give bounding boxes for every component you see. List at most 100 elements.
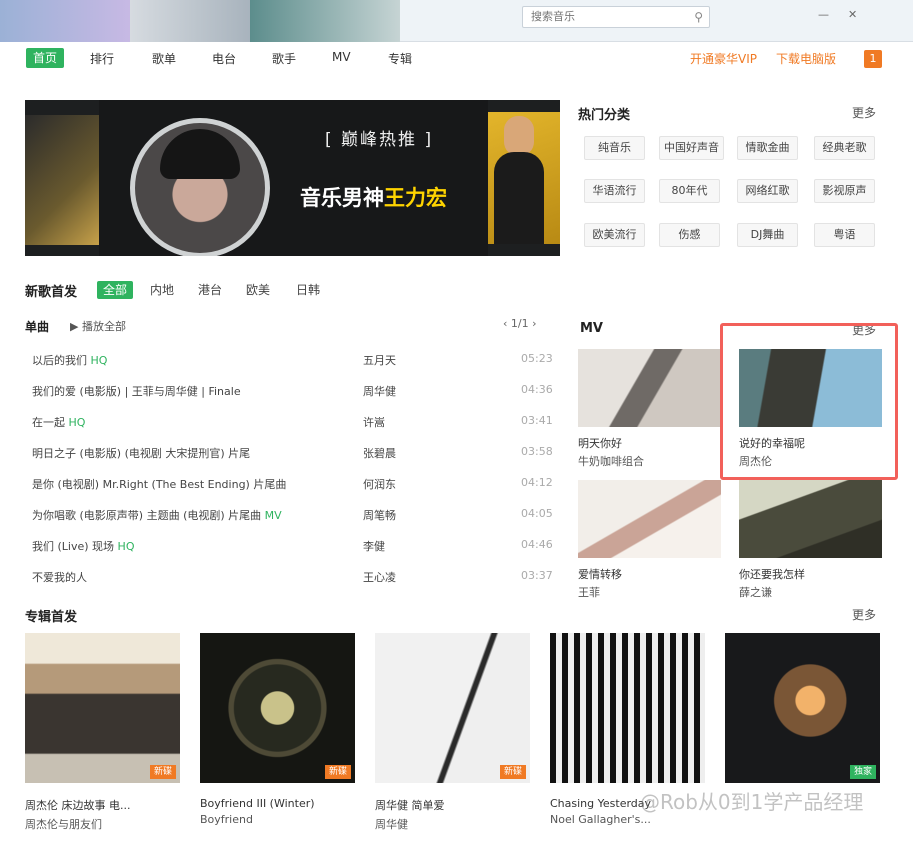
- mv-artist[interactable]: 牛奶咖啡组合: [578, 453, 721, 469]
- download-link[interactable]: 下载电脑版: [776, 50, 836, 67]
- album-tag: 独家: [850, 765, 876, 779]
- hq-badge: HQ: [90, 354, 108, 367]
- category-tag[interactable]: 伤感: [659, 223, 720, 247]
- search-input[interactable]: [523, 7, 683, 27]
- category-tag[interactable]: 欧美流行: [584, 223, 645, 247]
- song-row[interactable]: 明日之子 (电影版) (电视剧 大宋提刑官) 片尾 张碧晨 03:58: [32, 445, 553, 465]
- album-tag: 新碟: [150, 765, 176, 779]
- category-tag[interactable]: 华语流行: [584, 179, 645, 203]
- nav-item-playlist[interactable]: 歌单: [152, 50, 176, 67]
- song-row[interactable]: 为你唱歌 (电影原声带) 主题曲 (电视剧) 片尾曲 MV 周笔畅 04:05: [32, 507, 553, 527]
- album-title[interactable]: 周华健 简单爱: [375, 797, 530, 813]
- song-name: 以后的我们: [32, 354, 87, 367]
- hot-categories-more[interactable]: 更多: [852, 104, 876, 121]
- category-tag[interactable]: 粤语: [814, 223, 875, 247]
- album-card[interactable]: 新碟 Boyfriend III (Winter) Boyfriend: [200, 633, 355, 826]
- mv-artist[interactable]: 王菲: [578, 584, 721, 600]
- nav-item-singer[interactable]: 歌手: [272, 50, 296, 67]
- category-tag[interactable]: 影视原声: [814, 179, 875, 203]
- hot-categories-title: 热门分类: [578, 108, 631, 123]
- song-row[interactable]: 在一起 HQ 许嵩 03:41: [32, 414, 553, 434]
- nav-item-rank[interactable]: 排行: [90, 50, 114, 67]
- banner-side-image[interactable]: [25, 115, 100, 245]
- song-name: 我们 (Live) 现场: [32, 540, 115, 553]
- song-row[interactable]: 以后的我们 HQ 五月天 05:23: [32, 352, 553, 372]
- selection-highlight: [720, 323, 898, 480]
- song-pager[interactable]: ‹ 1/1 ›: [503, 317, 537, 330]
- banner-kicker: [ 巅峰热推 ]: [325, 130, 434, 150]
- album-title[interactable]: 周杰伦 床边故事 电...: [25, 797, 180, 813]
- play-all-button[interactable]: ▶ 播放全部: [70, 318, 126, 334]
- new-songs-title: 新歌首发: [25, 285, 78, 300]
- album-card[interactable]: 独家: [725, 633, 880, 797]
- album-tag: 新碟: [325, 765, 351, 779]
- header-decoration: [250, 0, 400, 42]
- song-artist[interactable]: 何润东: [363, 476, 396, 492]
- mv-artist[interactable]: 薛之谦: [739, 584, 882, 600]
- mv-title[interactable]: 明天你好: [578, 435, 721, 451]
- mv-card[interactable]: 明天你好 牛奶咖啡组合: [578, 349, 721, 469]
- song-row[interactable]: 我们 (Live) 现场 HQ 李健 04:46: [32, 538, 553, 558]
- mv-card[interactable]: 爱情转移 王菲: [578, 480, 721, 600]
- album-cover[interactable]: 独家: [725, 633, 880, 783]
- mv-thumbnail[interactable]: [578, 349, 721, 427]
- category-tag[interactable]: DJ舞曲: [737, 223, 798, 247]
- album-cover[interactable]: 新碟: [200, 633, 355, 783]
- albums-more[interactable]: 更多: [852, 606, 876, 623]
- song-artist[interactable]: 张碧晨: [363, 445, 396, 461]
- nav-item-mv[interactable]: MV: [332, 50, 351, 64]
- category-tag[interactable]: 网络红歌: [737, 179, 798, 203]
- album-cover[interactable]: 新碟: [25, 633, 180, 783]
- song-artist[interactable]: 周笔畅: [363, 507, 396, 523]
- song-artist[interactable]: 许嵩: [363, 414, 385, 430]
- song-row[interactable]: 不爱我的人 王心凌 03:37: [32, 569, 553, 589]
- nav-home[interactable]: 首页: [26, 48, 64, 68]
- filter-all[interactable]: 全部: [97, 281, 134, 299]
- filter-west[interactable]: 欧美: [246, 281, 270, 298]
- album-artist[interactable]: 周华健: [375, 816, 530, 832]
- song-row[interactable]: 是你 (电视剧) Mr.Right (The Best Ending) 片尾曲 …: [32, 476, 553, 496]
- mv-card[interactable]: 你还要我怎样 薛之谦: [739, 480, 882, 600]
- hq-badge: HQ: [117, 540, 135, 553]
- album-card[interactable]: 新碟 周杰伦 床边故事 电... 周杰伦与朋友们: [25, 633, 180, 832]
- category-tag[interactable]: 80年代: [659, 179, 720, 203]
- mv-thumbnail[interactable]: [578, 480, 721, 558]
- album-artist[interactable]: Boyfriend: [200, 813, 355, 826]
- hero-banner[interactable]: [ 巅峰热推 ] 音乐男神王力宏: [25, 100, 560, 256]
- vip-link[interactable]: 开通豪华VIP: [690, 50, 757, 67]
- search-box[interactable]: ⚲: [522, 6, 710, 28]
- category-tag[interactable]: 纯音乐: [584, 136, 645, 160]
- song-duration: 04:05: [521, 507, 553, 520]
- banner-side-image[interactable]: [488, 112, 560, 244]
- close-icon[interactable]: ✕: [848, 8, 857, 21]
- category-tag[interactable]: 中国好声音: [659, 136, 724, 160]
- album-artist[interactable]: 周杰伦与朋友们: [25, 816, 180, 832]
- song-artist[interactable]: 五月天: [363, 352, 396, 368]
- song-artist[interactable]: 李健: [363, 538, 385, 554]
- nav-item-radio[interactable]: 电台: [212, 50, 236, 67]
- song-name: 我们的爱 (电影版) | 王菲与周华健 | Finale: [32, 385, 241, 398]
- nav-item-album[interactable]: 专辑: [388, 50, 412, 67]
- song-duration: 03:41: [521, 414, 553, 427]
- minimize-icon[interactable]: —: [818, 8, 829, 21]
- hq-badge: HQ: [68, 416, 86, 429]
- mv-title[interactable]: 爱情转移: [578, 566, 721, 582]
- category-tag[interactable]: 经典老歌: [814, 136, 875, 160]
- albums-title: 专辑首发: [25, 610, 78, 625]
- mv-thumbnail[interactable]: [739, 480, 882, 558]
- filter-hktw[interactable]: 港台: [198, 281, 222, 298]
- category-tag[interactable]: 情歌金曲: [737, 136, 798, 160]
- album-cover[interactable]: [550, 633, 705, 783]
- filter-mainland[interactable]: 内地: [150, 281, 174, 298]
- search-icon[interactable]: ⚲: [694, 10, 703, 24]
- song-row[interactable]: 我们的爱 (电影版) | 王菲与周华健 | Finale 周华健 04:36: [32, 383, 553, 403]
- song-duration: 04:36: [521, 383, 553, 396]
- filter-jpkr[interactable]: 日韩: [296, 281, 320, 298]
- song-artist[interactable]: 王心凌: [363, 569, 396, 585]
- album-title[interactable]: Boyfriend III (Winter): [200, 797, 355, 810]
- album-cover[interactable]: 新碟: [375, 633, 530, 783]
- mv-title[interactable]: 你还要我怎样: [739, 566, 882, 582]
- album-card[interactable]: 新碟 周华健 简单爱 周华健: [375, 633, 530, 832]
- song-artist[interactable]: 周华健: [363, 383, 396, 399]
- notification-badge[interactable]: 1: [864, 50, 882, 68]
